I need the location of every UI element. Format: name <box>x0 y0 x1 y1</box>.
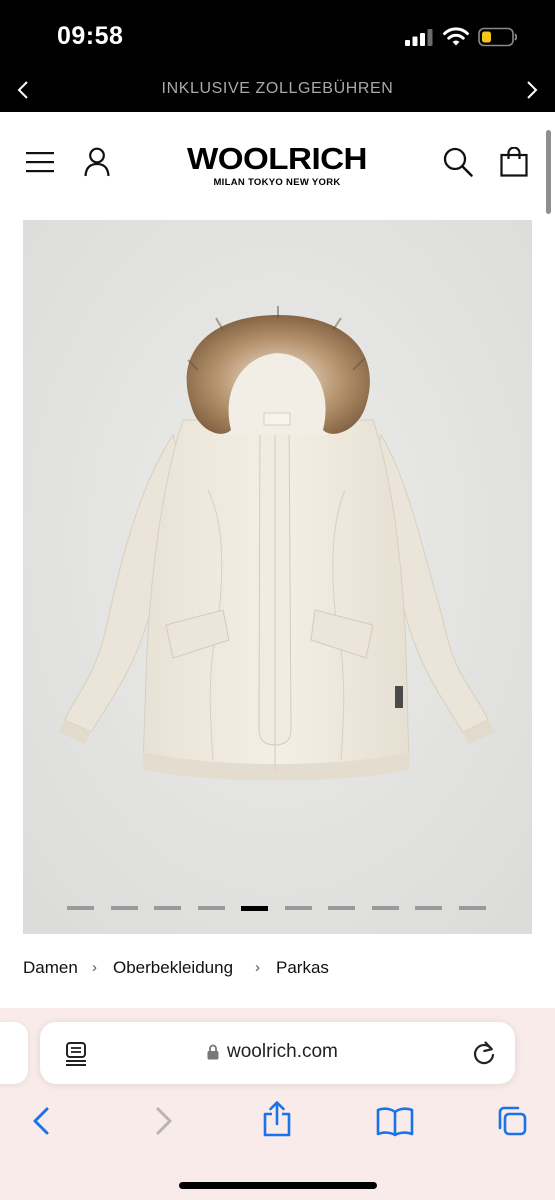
previous-tab-preview[interactable] <box>0 1022 28 1084</box>
lock-icon <box>207 1044 219 1060</box>
safari-toolbar: woolrich.com <box>0 1008 555 1200</box>
forward-icon[interactable] <box>145 1104 179 1138</box>
breadcrumb-separator: › <box>255 959 260 976</box>
product-image[interactable] <box>23 220 532 934</box>
chevron-right-icon[interactable] <box>520 79 542 101</box>
breadcrumb-separator: › <box>92 959 97 976</box>
gallery-dot[interactable] <box>415 906 442 910</box>
cellular-signal-icon <box>405 29 433 46</box>
breadcrumb-item-parkas[interactable]: Parkas <box>276 958 329 978</box>
logo-wordmark: WOOLRICH <box>187 141 368 176</box>
wifi-icon <box>443 27 469 46</box>
bookmarks-icon[interactable] <box>376 1104 414 1138</box>
logo-tagline: MILAN TOKYO NEW YORK <box>213 177 341 188</box>
woolrich-logo[interactable]: WOOLRICH MILAN TOKYO NEW YORK <box>186 143 368 189</box>
battery-low-icon <box>478 27 518 47</box>
reload-icon[interactable] <box>471 1040 497 1066</box>
promo-text: INKLUSIVE ZOLLGEBÜHREN <box>161 80 394 97</box>
gallery-dot-active[interactable] <box>241 906 268 911</box>
address-bar[interactable]: woolrich.com <box>40 1022 515 1084</box>
account-icon[interactable] <box>84 147 110 177</box>
shopping-bag-icon[interactable] <box>500 147 528 177</box>
gallery-dot[interactable] <box>371 906 399 910</box>
home-indicator[interactable] <box>179 1182 377 1189</box>
gallery-dot[interactable] <box>328 906 355 910</box>
breadcrumb-item-oberbekleidung[interactable]: Oberbekleidung <box>113 958 233 978</box>
breadcrumb-item-damen[interactable]: Damen <box>23 958 78 978</box>
status-time: 09:58 <box>57 22 124 50</box>
gallery-dot[interactable] <box>67 906 94 910</box>
tabs-icon[interactable] <box>494 1104 528 1138</box>
promo-banner: INKLUSIVE ZOLLGEBÜHREN <box>0 68 555 112</box>
gallery-dot[interactable] <box>110 906 138 910</box>
back-icon[interactable] <box>26 1104 60 1138</box>
gallery-dot[interactable] <box>458 906 486 910</box>
reader-mode-icon[interactable] <box>65 1041 87 1067</box>
gallery-dot[interactable] <box>197 906 225 910</box>
share-icon[interactable] <box>261 1100 293 1138</box>
search-icon[interactable] <box>443 147 473 177</box>
gallery-dot[interactable] <box>154 906 181 910</box>
site-header: WOOLRICH MILAN TOKYO NEW YORK <box>0 112 555 220</box>
page-scrollbar[interactable] <box>546 130 551 214</box>
gallery-dot[interactable] <box>284 906 312 910</box>
status-bar: 09:58 <box>0 0 555 68</box>
url-text: woolrich.com <box>227 1041 338 1062</box>
hamburger-menu-icon[interactable] <box>26 150 54 174</box>
product-gallery[interactable] <box>23 220 532 934</box>
